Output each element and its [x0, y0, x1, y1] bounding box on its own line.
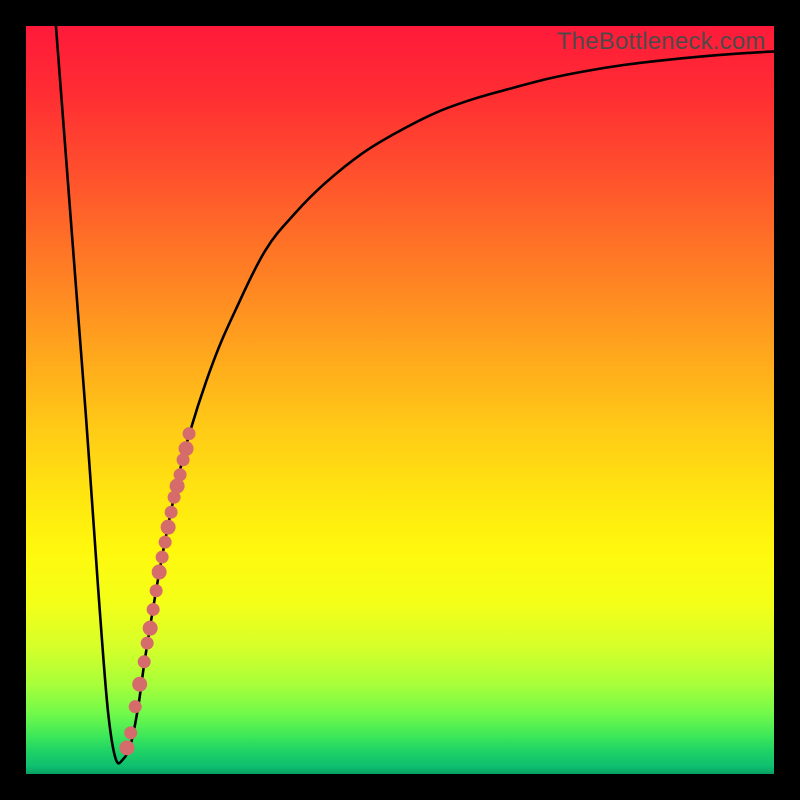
- marker-dot: [129, 700, 142, 713]
- plot-svg: [26, 26, 774, 774]
- marker-dot: [141, 637, 154, 650]
- plot-area: TheBottleneck.com: [26, 26, 774, 774]
- marker-dot: [132, 677, 147, 692]
- marker-dot: [124, 726, 137, 739]
- marker-dot: [152, 565, 167, 580]
- chart-frame: TheBottleneck.com: [0, 0, 800, 800]
- marker-dot: [138, 655, 151, 668]
- marker-dot: [159, 536, 172, 549]
- marker-dot: [119, 740, 134, 755]
- marker-dot: [165, 506, 178, 519]
- marker-dot: [183, 427, 196, 440]
- marker-dot: [179, 441, 194, 456]
- marker-dot: [174, 468, 187, 481]
- marker-dot: [156, 551, 169, 564]
- marker-dot: [161, 520, 176, 535]
- marker-dot: [147, 603, 160, 616]
- marker-dot: [150, 584, 163, 597]
- bottleneck-curve: [56, 26, 774, 763]
- marker-group: [119, 427, 195, 755]
- marker-dot: [143, 621, 158, 636]
